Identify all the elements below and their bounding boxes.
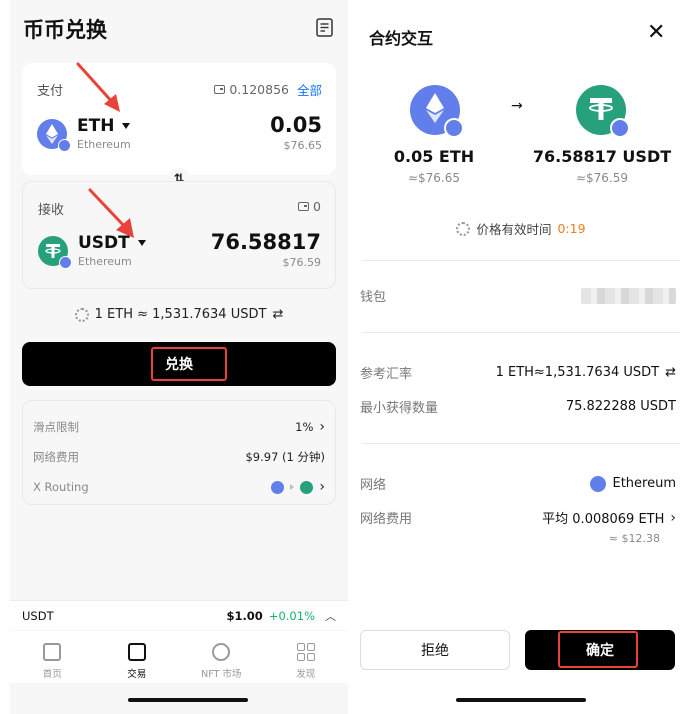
network-fee-row[interactable]: 网络费用 平均 0.008069 ETH ›	[360, 508, 676, 528]
tab-trade[interactable]: 交易	[95, 631, 180, 683]
usdt-coin-icon	[576, 85, 630, 138]
receive-label: 接收	[38, 203, 65, 218]
loading-spinner-icon	[74, 307, 89, 322]
swap-details: 滑点限制 1% › 网络费用 $9.97 (1 分钟) X Routing ›	[22, 400, 336, 505]
receive-balance: 0	[298, 199, 321, 214]
ethereum-network-badge-icon	[610, 118, 630, 138]
ethereum-icon	[590, 475, 607, 492]
wallet-icon	[298, 202, 310, 211]
contract-interaction-sheet: 合约交互 ✕ → 0.05 ETH ≈$76.65 76.58817 USDT …	[352, 0, 690, 714]
network-row: 网络 Ethereum	[360, 475, 676, 493]
usdt-coin-icon	[38, 235, 72, 269]
home-indicator	[128, 698, 248, 702]
nft-icon	[212, 643, 231, 661]
arrow-right-icon	[290, 484, 295, 490]
pay-token-selector[interactable]: ETH Ethereum	[37, 116, 131, 152]
eth-coin-icon	[410, 85, 464, 138]
close-icon[interactable]: ✕	[647, 22, 665, 44]
page-title: 币币兑换	[23, 18, 107, 42]
tab-discover[interactable]: 发现	[264, 631, 349, 683]
from-amount: 0.05 ETH ≈$76.65	[393, 147, 475, 185]
slippage-row[interactable]: 滑点限制 1% ›	[33, 419, 325, 435]
tab-home[interactable]: 首页	[10, 631, 95, 683]
pay-balance: 0.120856 全部	[214, 80, 322, 99]
home-icon	[43, 643, 62, 661]
home-indicator	[456, 698, 586, 702]
reject-button[interactable]: 拒绝	[360, 630, 510, 670]
timer-icon	[456, 221, 471, 236]
eth-route-icon	[271, 480, 285, 494]
swap-screen: 币币兑换 支付 0.120856 全部 ETH Ethereum 0.05 $7…	[10, 0, 348, 714]
arrow-right-icon: →	[511, 98, 523, 114]
receive-amount: 76.58817 $76.59	[210, 230, 321, 269]
grid-icon	[296, 643, 315, 661]
divider	[362, 332, 680, 333]
tab-nft-market[interactable]: NFT 市场	[179, 631, 264, 683]
exchange-rate: 1 ETH ≈ 1,531.7634 USDT ⇄	[10, 307, 348, 322]
ethereum-network-badge-icon	[444, 118, 464, 138]
to-amount: 76.58817 USDT ≈$76.59	[532, 147, 672, 185]
eth-coin-icon	[37, 118, 71, 152]
min-received-row: 最小获得数量 75.822288 USDT	[360, 399, 676, 416]
price-ticker[interactable]: USDT $1.00 +0.01% ︿	[10, 600, 348, 630]
annotation-arrow-icon	[76, 62, 120, 112]
refresh-icon[interactable]: ⇄	[272, 307, 283, 322]
ethereum-network-badge-icon	[58, 138, 71, 152]
wallet-icon	[214, 85, 226, 94]
network-fee-row: 网络费用 $9.97 (1 分钟)	[33, 450, 325, 464]
chevron-right-icon: ›	[319, 419, 325, 435]
sheet-title: 合约交互	[369, 29, 434, 48]
reference-rate-row: 参考汇率 1 ETH≈1,531.7634 USDT ⇄	[360, 365, 676, 382]
pay-label: 支付	[37, 84, 64, 99]
network-fee-usd: ≈ $12.38	[608, 532, 660, 545]
highlight-box	[558, 631, 638, 668]
x-routing-row[interactable]: X Routing ›	[33, 479, 325, 495]
price-validity: 价格有效时间 0:19	[352, 219, 690, 238]
max-button[interactable]: 全部	[297, 80, 322, 99]
divider	[362, 260, 680, 261]
chevron-right-icon: ›	[319, 479, 325, 495]
highlight-box	[151, 347, 227, 381]
order-history-icon[interactable]	[316, 18, 333, 37]
refresh-icon[interactable]: ⇄	[665, 365, 676, 380]
bottom-tab-bar: 首页 交易 NFT 市场 发现	[10, 631, 348, 683]
annotation-arrow-icon	[88, 188, 134, 238]
divider	[362, 443, 680, 444]
chevron-down-icon	[122, 123, 131, 129]
wallet-address-redacted	[581, 287, 676, 304]
pay-amount[interactable]: 0.05 $76.65	[270, 113, 322, 152]
chevron-right-icon: ›	[670, 509, 676, 526]
wallet-row: 钱包	[360, 286, 676, 305]
receive-card: 接收 0 USDT Ethereum 76.58817 $76.59	[22, 181, 336, 289]
chevron-up-icon[interactable]: ︿	[325, 608, 336, 624]
trade-icon	[127, 643, 146, 661]
ethereum-network-badge-icon	[59, 255, 72, 269]
usdt-route-icon	[300, 480, 314, 494]
